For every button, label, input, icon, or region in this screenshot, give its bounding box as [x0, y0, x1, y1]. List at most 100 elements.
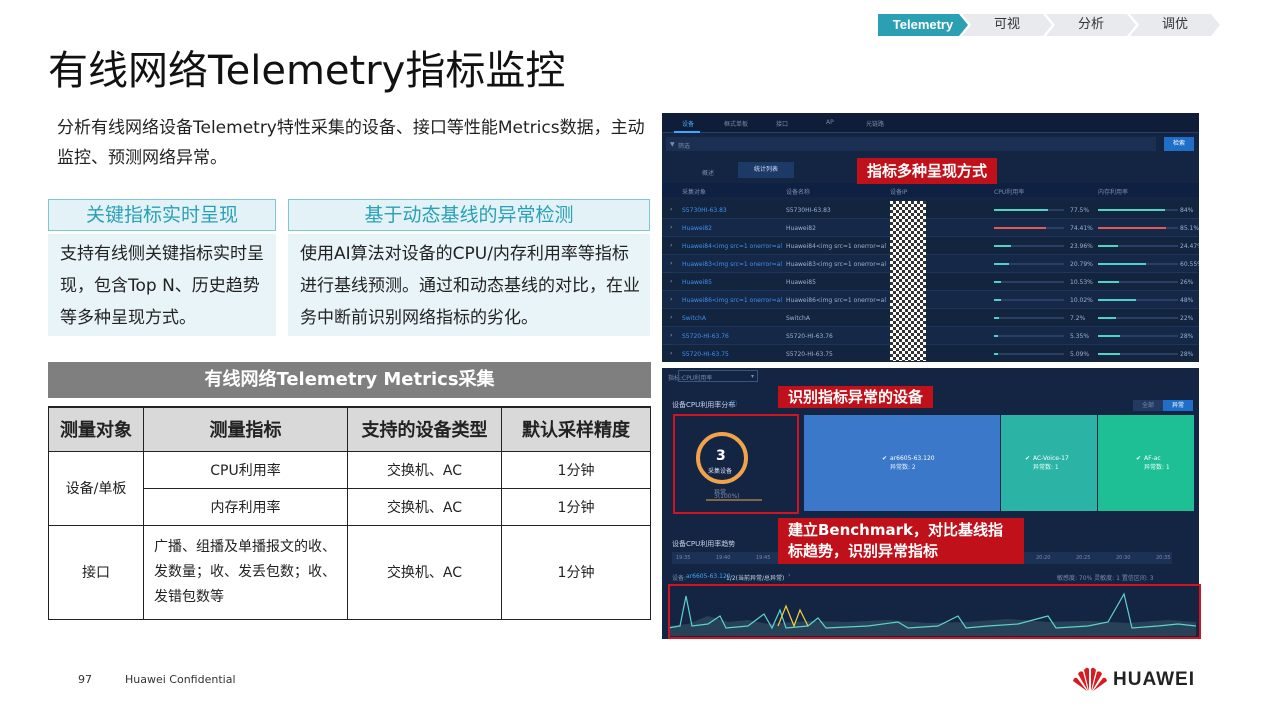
- expand-icon[interactable]: ›: [670, 350, 672, 357]
- cpu-bar-track: [994, 353, 1064, 355]
- help-icon: ⓘ: [730, 400, 737, 408]
- cell-metric: CPU利用率: [143, 450, 348, 489]
- expand-icon[interactable]: ›: [670, 332, 672, 339]
- check-icon: ✔: [1136, 455, 1142, 462]
- active-tab-indicator: [674, 131, 700, 133]
- row-mem: 28%: [1180, 351, 1194, 358]
- row-cpu: 5.35%: [1070, 333, 1090, 340]
- list-row[interactable]: › S5730HI-63.83 S5730HI-63.83 77.5% 84%: [662, 201, 1199, 219]
- toggle-abnormal[interactable]: 异常: [1163, 400, 1193, 411]
- nav-item-analysis[interactable]: 分析: [1046, 14, 1136, 36]
- row-mem: 60.55%: [1180, 261, 1199, 268]
- row-object[interactable]: Huawei83<img src=1 onerror=alert...: [682, 261, 782, 268]
- prev-page-icon[interactable]: ‹: [780, 572, 782, 579]
- cell-metric: 内存利用率: [143, 487, 348, 526]
- expand-icon[interactable]: ›: [670, 314, 672, 321]
- row-object[interactable]: Huawei86<img src=1 onerror=alert...: [682, 297, 782, 304]
- list-row[interactable]: › S5720-HI-63.75 S5720-HI-63.75 5.09% 28%: [662, 345, 1199, 362]
- row-cpu: 23.96%: [1070, 243, 1093, 250]
- check-icon: ✔: [1025, 455, 1031, 462]
- cell-object: 设备/单板: [48, 450, 144, 526]
- expand-icon[interactable]: ›: [670, 206, 672, 213]
- col-mem: 内存利用率: [1098, 189, 1129, 196]
- time-tick: 20:35: [1156, 555, 1171, 561]
- metric-select-value: CPU利用率: [682, 375, 713, 382]
- cpu-bar-fill: [994, 263, 1009, 265]
- time-tick: 20:30: [1116, 555, 1131, 561]
- expand-icon[interactable]: ›: [670, 278, 672, 285]
- mem-bar-fill: [1098, 281, 1119, 283]
- cpu-bar-fill: [994, 281, 1002, 283]
- mem-bar-track: [1098, 227, 1178, 229]
- row-object[interactable]: Huawei82: [682, 225, 782, 232]
- row-mem: 24.47%: [1180, 243, 1199, 250]
- subtab-stats-list[interactable]: 统计列表: [738, 162, 794, 178]
- mem-bar-fill: [1098, 317, 1116, 319]
- row-cpu: 5.09%: [1070, 351, 1090, 358]
- section-nav: Telemetry 可视 分析 调优: [878, 14, 1214, 36]
- device-link[interactable]: ar6605-63.120: [686, 573, 731, 580]
- row-device-name: S5720-HI-63.75: [786, 351, 833, 358]
- next-page-icon[interactable]: ›: [788, 572, 790, 579]
- card-title-realtime: 关键指标实时呈现: [48, 199, 276, 231]
- intro-text: 分析有线网络设备Telemetry特性采集的设备、接口等性能Metrics数据，…: [57, 118, 645, 168]
- expand-icon[interactable]: ›: [670, 296, 672, 303]
- nav-item-telemetry[interactable]: Telemetry: [878, 14, 968, 36]
- tab-device[interactable]: 设备: [682, 119, 694, 128]
- tab-interface[interactable]: 接口: [776, 119, 788, 128]
- cpu-bar-fill: [994, 227, 1047, 229]
- expand-icon[interactable]: ›: [670, 242, 672, 249]
- filter-bar[interactable]: ▼ 筛选: [666, 137, 1156, 151]
- row-object[interactable]: S5720-HI-63.76: [682, 333, 782, 340]
- nav-item-tuning[interactable]: 调优: [1130, 14, 1220, 36]
- list-row[interactable]: › Huawei85 Huawei85 10.53% 26%: [662, 273, 1199, 291]
- row-device-name: S5730HI-63.83: [786, 207, 831, 214]
- subtab-overview[interactable]: 概述: [702, 168, 714, 177]
- cpu-bar-track: [994, 245, 1064, 247]
- row-object[interactable]: S5730HI-63.83: [682, 207, 782, 214]
- cell-precision: 1分钟: [501, 487, 651, 526]
- callout-abnormal-device: 识别指标异常的设备: [778, 386, 934, 408]
- list-row[interactable]: › SwitchA SwitchA 7.2% 22%: [662, 309, 1199, 327]
- card-body-anomaly: 使用AI算法对设备的CPU/内存利用率等指标进行基线预测。通过和动态基线的对比，…: [288, 234, 650, 336]
- mem-bar-fill: [1098, 245, 1118, 247]
- expand-icon[interactable]: ›: [670, 224, 672, 231]
- search-button[interactable]: 检索: [1164, 137, 1194, 151]
- list-row[interactable]: › Huawei86<img src=1 onerror=alert... Huaw…: [662, 291, 1199, 309]
- toggle-all[interactable]: 全部: [1133, 400, 1163, 411]
- list-row[interactable]: › Huawei83<img src=1 onerror=alert... Huaw…: [662, 255, 1199, 273]
- tab-optical[interactable]: 光链路: [866, 119, 884, 128]
- row-object[interactable]: Huawei85: [682, 279, 782, 286]
- table-row: 设备/单板 CPU利用率 交换机、AC 1分钟: [48, 450, 651, 526]
- row-cpu: 20.79%: [1070, 261, 1093, 268]
- row-object[interactable]: S5720-HI-63.75: [682, 351, 782, 358]
- list-row[interactable]: › Huawei84<img src=1 onerror=alert... Huaw…: [662, 237, 1199, 255]
- tile-device[interactable]: ✔ ar6605-63.120 异常数: 2: [804, 415, 1000, 511]
- tile-device[interactable]: ✔ AF-ac 异常数: 1: [1098, 415, 1194, 511]
- ip-column-masked: [890, 201, 926, 361]
- tab-ap[interactable]: AP: [826, 119, 834, 126]
- cell-precision: 1分钟: [501, 524, 651, 620]
- list-row[interactable]: › Huawei82 Huawei82 74.41% 85.1%: [662, 219, 1199, 237]
- callout-benchmark: 建立Benchmark，对比基线指标趋势，识别异常指标: [778, 518, 1024, 564]
- row-device-name: S5720-HI-63.76: [786, 333, 833, 340]
- tab-bar: 设备 框式单板 接口 AP 光链路: [662, 113, 1199, 133]
- tab-board[interactable]: 框式单板: [724, 119, 748, 128]
- mem-bar-track: [1098, 353, 1178, 355]
- row-object[interactable]: Huawei84<img src=1 onerror=alert...: [682, 243, 782, 250]
- cpu-bar-fill: [994, 317, 1000, 319]
- list-row[interactable]: › S5720-HI-63.76 S5720-HI-63.76 5.35% 28%: [662, 327, 1199, 345]
- col-header-object: 测量对象: [48, 406, 144, 452]
- tile-name: AC-Voice-17: [1033, 455, 1069, 462]
- row-object[interactable]: SwitchA: [682, 315, 782, 322]
- filter-icon: ▼: [670, 141, 675, 148]
- expand-icon[interactable]: ›: [670, 260, 672, 267]
- row-device-name: Huawei85: [786, 279, 816, 286]
- cpu-bar-fill: [994, 353, 998, 355]
- metric-select[interactable]: CPU利用率 ▾: [678, 370, 758, 382]
- mem-bar-fill: [1098, 299, 1137, 301]
- nav-item-visual[interactable]: 可视: [962, 14, 1052, 36]
- mem-bar-track: [1098, 299, 1178, 301]
- tile-device[interactable]: ✔ AC-Voice-17 异常数: 1: [1001, 415, 1097, 511]
- row-cpu: 10.53%: [1070, 279, 1093, 286]
